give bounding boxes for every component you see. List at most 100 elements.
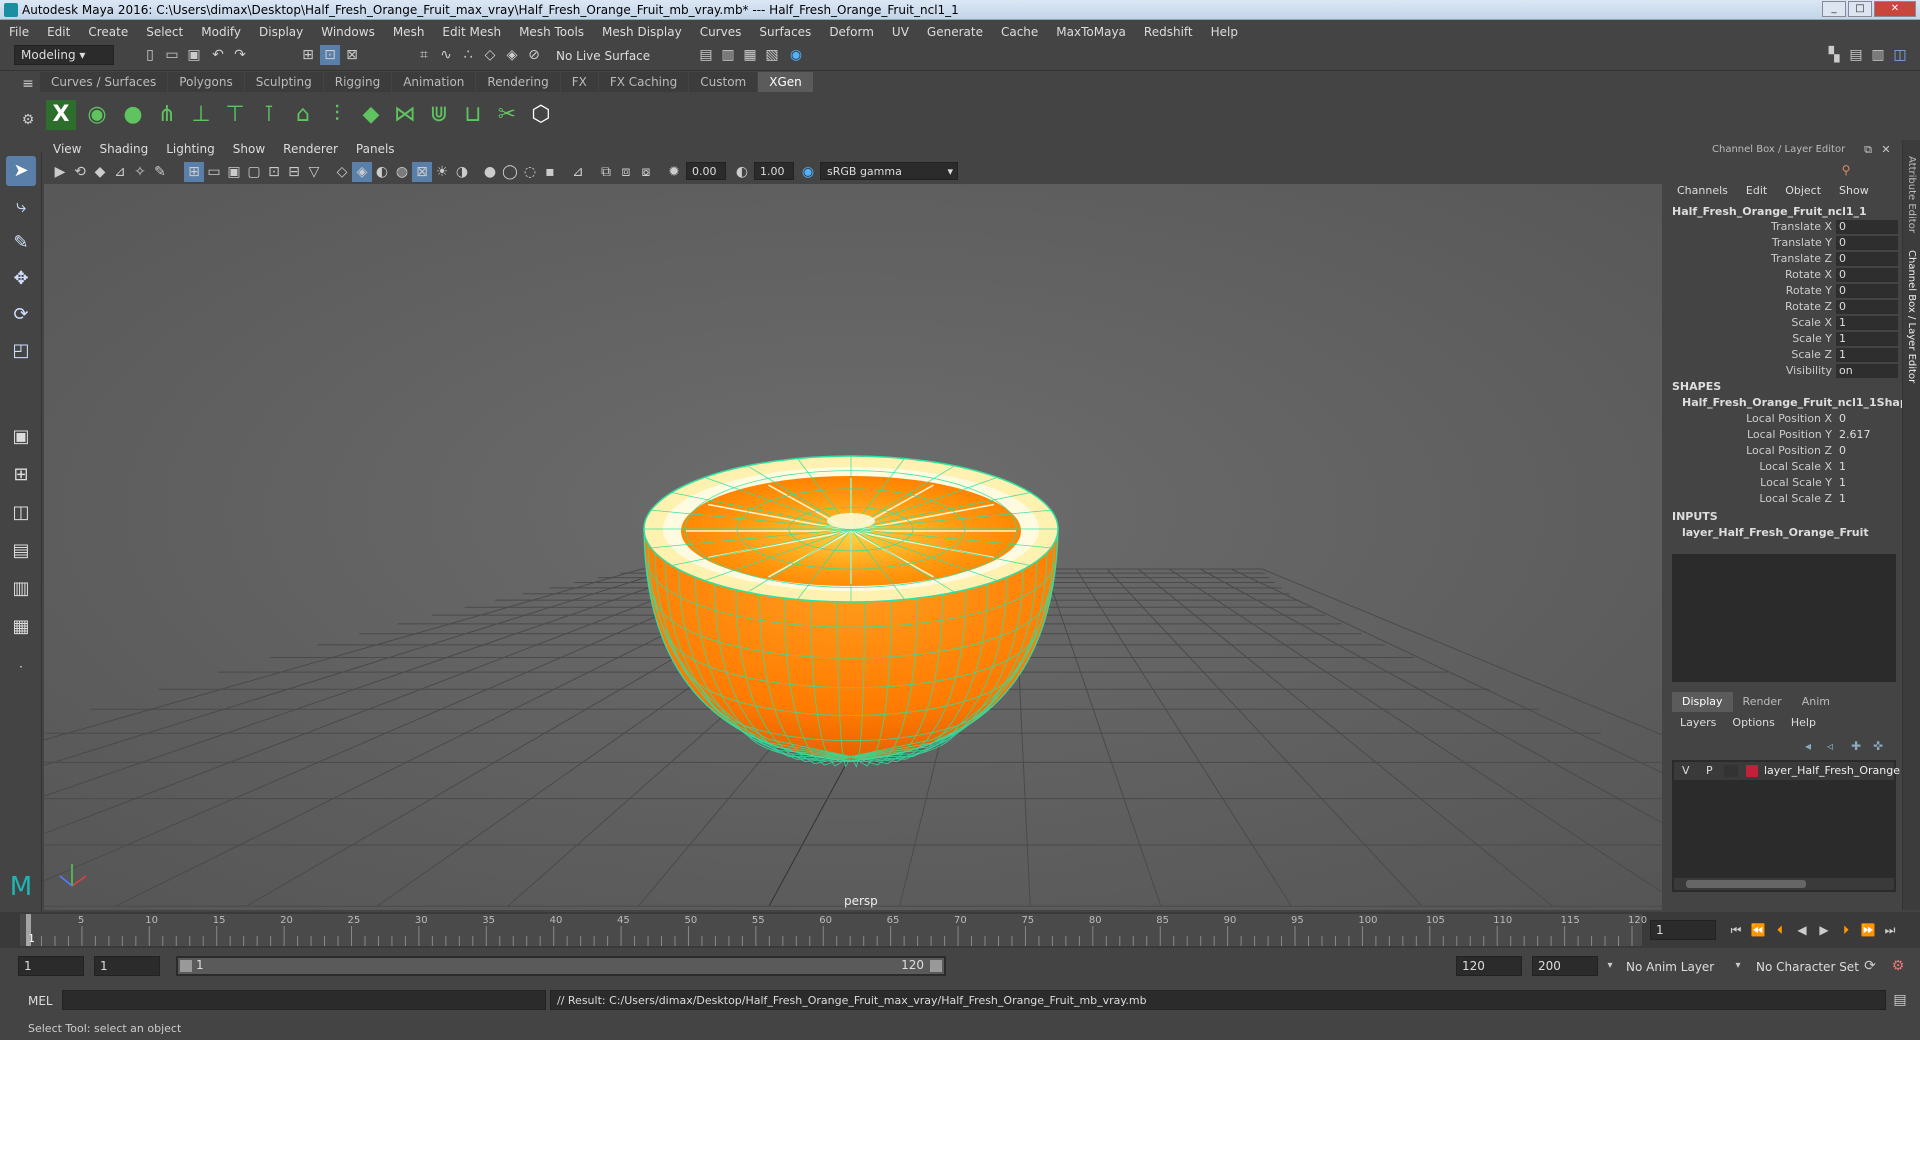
hypershade-icon[interactable]: ▧ <box>762 45 782 65</box>
shelf-settings-icon[interactable]: ⚙ <box>18 110 38 130</box>
modeling-toolkit-icon[interactable]: ▚ <box>1824 45 1844 65</box>
step-forward-frame-icon[interactable]: ⏵ <box>1836 920 1856 940</box>
xgen-brush-icon[interactable]: ⋓ <box>424 100 454 130</box>
channel-value-field[interactable]: 1 <box>1836 316 1898 330</box>
menu-edit-mesh[interactable]: Edit Mesh <box>433 25 510 39</box>
channel-value-field[interactable]: 0 <box>1836 300 1898 314</box>
wireframe-on-shaded-icon[interactable]: ◍ <box>392 162 412 182</box>
channel-row[interactable]: Scale Y 1 <box>1668 332 1900 347</box>
layer-menu-options[interactable]: Options <box>1724 716 1782 734</box>
motion-blur-icon[interactable]: ◯ <box>500 162 520 182</box>
select-tool-icon[interactable]: ➤ <box>6 156 36 186</box>
shelf-tab-rendering[interactable]: Rendering <box>476 72 560 92</box>
menu-mesh[interactable]: Mesh <box>384 25 434 39</box>
isolate-select-icon[interactable]: ⊿ <box>568 162 588 182</box>
channel-row[interactable]: Translate X 0 <box>1668 220 1900 235</box>
anim-layer-label[interactable]: No Anim Layer <box>1626 960 1714 974</box>
channel-row[interactable]: Scale Z 1 <box>1668 348 1900 363</box>
step-back-frame-icon[interactable]: ⏴ <box>1770 920 1790 940</box>
wireframe-icon[interactable]: ◇ <box>332 162 352 182</box>
channel-value-field[interactable]: 0 <box>1836 412 1898 426</box>
gate-mask-icon[interactable]: ▢ <box>244 162 264 182</box>
shape-name[interactable]: Half_Fresh_Orange_Fruit_ncl1_1Shape <box>1682 396 1915 409</box>
twod-pan-icon[interactable]: ✧ <box>130 162 150 182</box>
layout-hypershade-icon[interactable]: ▦ <box>6 612 36 642</box>
depth-of-field-icon[interactable]: ▪ <box>540 162 560 182</box>
channel-value-field[interactable]: 0 <box>1836 444 1898 458</box>
ipr-render-icon[interactable]: ▥ <box>718 45 738 65</box>
channel-value-field[interactable]: 2.617 <box>1836 428 1898 442</box>
save-scene-icon[interactable]: ▣ <box>184 45 204 65</box>
channel-value-field[interactable]: 1 <box>1836 476 1898 490</box>
resolution-gate-icon[interactable]: ▣ <box>224 162 244 182</box>
vp-menu-show[interactable]: Show <box>224 140 274 160</box>
channel-row[interactable]: Rotate X 0 <box>1668 268 1900 283</box>
xgen-lock-icon[interactable]: ⌂ <box>288 100 318 130</box>
layer-color-swatch[interactable] <box>1746 765 1758 777</box>
animation-start-field[interactable]: 1 <box>18 956 84 976</box>
shelf-tab-animation[interactable]: Animation <box>392 72 476 92</box>
channel-value-field[interactable]: 1 <box>1836 332 1898 346</box>
undo-icon[interactable]: ↶ <box>208 45 228 65</box>
anim-layer-dropdown-icon[interactable]: ▾ <box>1600 956 1620 976</box>
go-to-start-icon[interactable]: ⏮ <box>1726 920 1746 940</box>
camera-select-icon[interactable]: ▶ <box>50 162 70 182</box>
float-panel-icon[interactable]: ⧉ <box>1858 140 1878 160</box>
layer-row[interactable]: V P layer_Half_Fresh_Orange <box>1674 762 1900 780</box>
multisample-aa-icon[interactable]: ◌ <box>520 162 540 182</box>
colorspace-dropdown[interactable]: sRGB gamma ▾ <box>820 162 958 180</box>
vp-menu-shading[interactable]: Shading <box>90 140 157 160</box>
menu-select[interactable]: Select <box>137 25 192 39</box>
exposure-icon[interactable]: ✹ <box>664 162 684 182</box>
menu-create[interactable]: Create <box>79 25 137 39</box>
textured-icon[interactable]: ⊠ <box>412 162 432 182</box>
key-icon[interactable]: ⚲ <box>1836 160 1856 180</box>
shelf-tab-polygons[interactable]: Polygons <box>168 72 244 92</box>
channel-row[interactable]: Local Scale Y 1 <box>1668 476 1900 491</box>
layer-name[interactable]: layer_Half_Fresh_Orange <box>1764 764 1900 777</box>
xgen-add-guide-icon[interactable]: ⊥ <box>186 100 216 130</box>
safe-action-icon[interactable]: ⊟ <box>284 162 304 182</box>
maximize-button[interactable]: □ <box>1848 1 1872 17</box>
range-start-handle[interactable] <box>180 960 192 972</box>
vp-menu-panels[interactable]: Panels <box>347 140 404 160</box>
xgen-comb-icon[interactable]: ⊔ <box>458 100 488 130</box>
screen-space-ao-icon[interactable]: ● <box>480 162 500 182</box>
xray-joints-icon[interactable]: ⧈ <box>616 162 636 182</box>
current-time-marker[interactable] <box>26 914 31 946</box>
channel-row[interactable]: Local Position Y 2.617 <box>1668 428 1900 443</box>
channel-value-field[interactable]: 0 <box>1836 252 1898 266</box>
snap-live-icon[interactable]: ⊘ <box>524 45 544 65</box>
char-set-label[interactable]: No Character Set <box>1756 960 1859 974</box>
channel-value-field[interactable]: 1 <box>1836 348 1898 362</box>
channel-row[interactable]: Local Position Z 0 <box>1668 444 1900 459</box>
xgen-preview-icon[interactable]: ◉ <box>82 100 112 130</box>
shelf-tab-fx-caching[interactable]: FX Caching <box>598 72 689 92</box>
layer-tab-anim[interactable]: Anim <box>1792 692 1840 712</box>
layout-single-icon[interactable]: ▣ <box>6 422 36 452</box>
select-hierarchy-icon[interactable]: ⊞ <box>298 45 318 65</box>
tool-settings-toggle-icon[interactable]: ▥ <box>1868 45 1888 65</box>
playback-end-field[interactable]: 120 <box>1456 956 1522 976</box>
layer-menu-help[interactable]: Help <box>1783 716 1824 734</box>
layout-two-icon[interactable]: ◫ <box>6 498 36 528</box>
close-button[interactable]: ✕ <box>1874 1 1916 17</box>
menu-cache[interactable]: Cache <box>992 25 1047 39</box>
move-tool-icon[interactable]: ✥ <box>6 264 36 294</box>
cb-menu-show[interactable]: Show <box>1830 184 1878 202</box>
3d-viewport[interactable]: persp <box>44 184 1662 910</box>
vp-menu-lighting[interactable]: Lighting <box>157 140 224 160</box>
play-backward-icon[interactable]: ◀ <box>1792 920 1812 940</box>
channel-row[interactable]: Visibility on <box>1668 364 1900 379</box>
channel-row[interactable]: Scale X 1 <box>1668 316 1900 331</box>
scale-tool-icon[interactable]: ◰ <box>6 336 36 366</box>
channel-row[interactable]: Translate Z 0 <box>1668 252 1900 267</box>
menu-help[interactable]: Help <box>1202 25 1247 39</box>
menu-surfaces[interactable]: Surfaces <box>750 25 820 39</box>
channel-value-field[interactable]: 0 <box>1836 284 1898 298</box>
go-to-end-icon[interactable]: ⏭ <box>1880 920 1900 940</box>
menu-modify[interactable]: Modify <box>192 25 250 39</box>
menu-deform[interactable]: Deform <box>820 25 883 39</box>
xgen-editor-icon[interactable]: X <box>46 100 76 130</box>
range-slider[interactable]: 1 120 <box>176 956 946 976</box>
